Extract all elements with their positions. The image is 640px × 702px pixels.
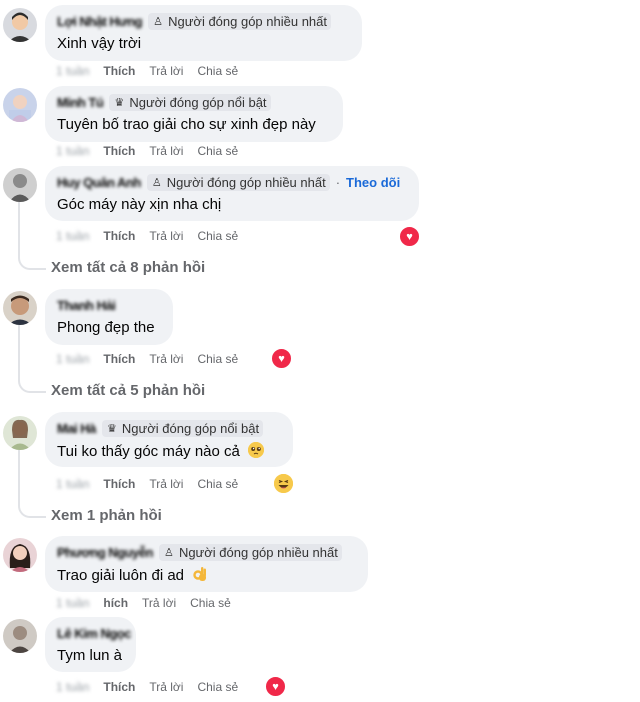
contributor-badge[interactable]: ♙ Người đóng góp nhiều nhất: [146, 173, 330, 191]
comment-text: Tui ko thấy góc máy nào cả: [57, 442, 281, 460]
comment-text: Tym lun à: [57, 647, 123, 664]
comment-bubble: Lợi Nhật Hưng ♙ Người đóng góp nhiều nhấ…: [45, 5, 362, 61]
ok-hand-emoji-icon: [192, 566, 208, 582]
reply-button[interactable]: Trả lời: [149, 352, 183, 366]
share-button[interactable]: Chia sẻ: [197, 477, 238, 491]
comment-timestamp[interactable]: 1 tuần: [56, 680, 89, 694]
badge-label: Người đóng góp nhiều nhất: [166, 174, 326, 190]
avatar[interactable]: [3, 416, 37, 450]
comment-timestamp[interactable]: 1 tuần: [56, 477, 89, 491]
contributor-icon: ♙: [151, 176, 162, 189]
comment-actions: 1 tuần Thích Trả lời Chia sẻ: [56, 352, 238, 366]
reply-thread-line: [18, 448, 46, 518]
commenter-name[interactable]: Phương Nguyễn: [57, 545, 153, 560]
comment-actions: 1 tuần Thích Trả lời Chia sẻ: [56, 680, 238, 694]
commenter-name[interactable]: Lợi Nhật Hưng: [57, 14, 143, 29]
avatar[interactable]: [3, 538, 37, 572]
comment-timestamp[interactable]: 1 tuần: [56, 64, 89, 78]
share-button[interactable]: Chia sẻ: [197, 144, 238, 158]
like-button[interactable]: hích: [103, 596, 128, 610]
comment-bubble: Phương Nguyễn ♙ Người đóng góp nhiều nhấ…: [45, 536, 368, 592]
avatar[interactable]: [3, 291, 37, 325]
avatar[interactable]: [3, 619, 37, 653]
heart-reaction-icon[interactable]: ♥: [398, 225, 421, 248]
comment-bubble: Thanh Hải Phong đẹp the: [45, 289, 173, 345]
commenter-name[interactable]: Huy Quân Anh: [57, 175, 141, 190]
comment-text: Trao giải luôn đi ad: [57, 566, 356, 584]
view-replies-link[interactable]: Xem tất cả 8 phản hồi: [51, 259, 205, 276]
contributor-badge[interactable]: ♙ Người đóng góp nhiều nhất: [148, 12, 331, 30]
share-button[interactable]: Chia sẻ: [197, 229, 238, 243]
avatar[interactable]: [3, 88, 37, 122]
reply-button[interactable]: Trả lời: [149, 64, 183, 78]
avatar[interactable]: [3, 8, 37, 42]
contributor-badge[interactable]: ♛ Người đóng góp nổi bật: [101, 419, 264, 437]
comment-text: Phong đẹp the: [57, 319, 155, 336]
comment-text: Góc máy này xịn nha chị: [57, 196, 222, 213]
comment-actions: 1 tuần Thích Trả lời Chia sẻ: [56, 477, 238, 491]
share-button[interactable]: Chia sẻ: [190, 596, 231, 610]
comment-text-body: Tui ko thấy góc máy nào cả: [57, 443, 240, 460]
comment-bubble: Minh Tú ♛ Người đóng góp nổi bật Tuyên b…: [45, 86, 343, 142]
reply-thread-line: [18, 323, 46, 393]
reply-button[interactable]: Trả lời: [149, 144, 183, 158]
share-button[interactable]: Chia sẻ: [197, 680, 238, 694]
commenter-name[interactable]: Mai Hà: [57, 421, 96, 436]
reply-button[interactable]: Trả lời: [149, 229, 183, 243]
comment-timestamp[interactable]: 1 tuần: [56, 352, 89, 366]
badge-label: Người đóng góp nhiều nhất: [178, 544, 338, 560]
comment-bubble: Lê Kim Ngọc Tym lun à: [45, 617, 136, 672]
comment-actions: 1 tuần hích Trả lời Chia sẻ: [56, 596, 231, 610]
share-button[interactable]: Chia sẻ: [197, 64, 238, 78]
like-button[interactable]: Thích: [103, 477, 135, 491]
pleading-face-emoji-icon: [248, 442, 265, 458]
heart-reaction-icon[interactable]: ♥: [270, 347, 293, 370]
commenter-name[interactable]: Thanh Hải: [57, 298, 116, 313]
comment-actions: 1 tuần Thích Trả lời Chia sẻ: [56, 144, 238, 158]
badge-label: Người đóng góp nổi bật: [129, 94, 267, 110]
like-button[interactable]: Thích: [103, 144, 135, 158]
contributor-icon: ♙: [164, 546, 174, 559]
contributor-badge[interactable]: ♙ Người đóng góp nhiều nhất: [158, 543, 342, 561]
haha-reaction-icon[interactable]: [272, 472, 295, 495]
like-button[interactable]: Thích: [103, 680, 135, 694]
heart-reaction-icon[interactable]: ♥: [264, 675, 287, 698]
contributor-badge[interactable]: ♛ Người đóng góp nổi bật: [109, 93, 271, 111]
like-button[interactable]: Thích: [103, 64, 135, 78]
badge-label: Người đóng góp nổi bật: [121, 420, 260, 436]
comment-bubble: Huy Quân Anh ♙ Người đóng góp nhiều nhất…: [45, 166, 419, 221]
reply-button[interactable]: Trả lời: [142, 596, 176, 610]
comment-actions: 1 tuần Thích Trả lời Chia sẻ: [56, 64, 238, 78]
comment-text-body: Trao giải luôn đi ad: [57, 567, 185, 584]
trophy-icon: ♛: [114, 96, 125, 109]
trophy-icon: ♛: [106, 422, 117, 435]
separator-dot: ·: [335, 174, 341, 190]
commenter-name[interactable]: Lê Kim Ngọc: [57, 626, 131, 641]
follow-button[interactable]: Theo dõi: [346, 175, 400, 190]
badge-label: Người đóng góp nhiều nhất: [168, 13, 327, 29]
like-button[interactable]: Thích: [103, 352, 135, 366]
reply-button[interactable]: Trả lời: [149, 680, 183, 694]
reply-thread-line: [18, 200, 46, 270]
avatar[interactable]: [3, 168, 37, 202]
like-button[interactable]: Thích: [103, 229, 135, 243]
comment-text: Xinh vậy trời: [57, 35, 142, 52]
view-replies-link[interactable]: Xem 1 phản hồi: [51, 507, 162, 524]
comment-timestamp[interactable]: 1 tuần: [56, 144, 89, 158]
comment-actions: 1 tuần Thích Trả lời Chia sẻ: [56, 229, 238, 243]
comment-timestamp[interactable]: 1 tuần: [56, 229, 89, 243]
reply-button[interactable]: Trả lời: [149, 477, 183, 491]
comment-text: Tuyên bố trao giải cho sự xinh đẹp này: [57, 116, 316, 133]
comment-bubble: Mai Hà ♛ Người đóng góp nổi bật Tui ko t…: [45, 412, 293, 467]
commenter-name[interactable]: Minh Tú: [57, 95, 104, 110]
share-button[interactable]: Chia sẻ: [197, 352, 238, 366]
contributor-icon: ♙: [153, 15, 164, 28]
comment-timestamp[interactable]: 1 tuần: [56, 596, 89, 610]
view-replies-link[interactable]: Xem tất cả 5 phản hồi: [51, 382, 205, 399]
